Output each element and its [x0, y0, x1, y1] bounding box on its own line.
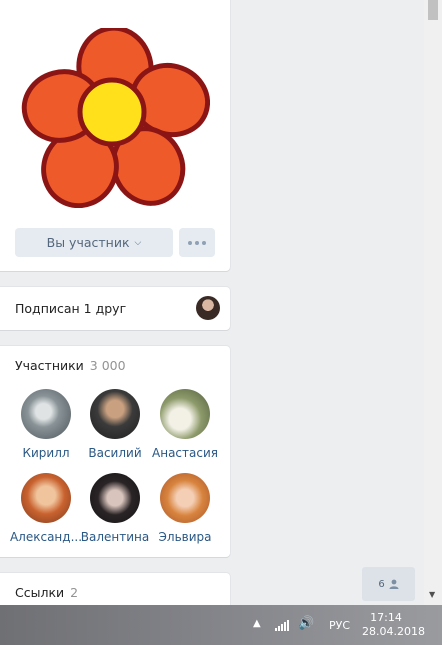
links-count: 2	[70, 585, 79, 600]
member-item[interactable]: Кирилл	[8, 389, 84, 460]
clock[interactable]: 17:14 28.04.2018	[362, 611, 425, 639]
group-avatar-card: Вы участник ⌵	[0, 0, 230, 271]
member-item[interactable]: Эльвира	[147, 473, 223, 544]
member-name[interactable]: Александ...	[8, 530, 84, 544]
clock-date: 28.04.2018	[362, 625, 425, 638]
members-header[interactable]: Участники 3 000	[15, 358, 126, 373]
chevron-down-icon: ⌵	[134, 237, 142, 248]
member-item[interactable]: Василий	[77, 389, 153, 460]
online-friends-button[interactable]: 6	[362, 567, 415, 601]
member-item[interactable]: Александ...	[8, 473, 84, 544]
member-item[interactable]: Валентина	[77, 473, 153, 544]
member-name[interactable]: Эльвира	[147, 530, 223, 544]
members-card: Участники 3 000 Кирилл Василий Анастасия …	[0, 346, 230, 557]
member-status-button[interactable]: Вы участник ⌵	[15, 228, 173, 257]
member-status-label: Вы участник	[46, 235, 130, 250]
friends-subscribed-label: Подписан 1 друг	[15, 301, 127, 316]
scrollbar[interactable]: ▼	[424, 0, 442, 605]
friend-avatar[interactable]	[196, 296, 220, 320]
windows-taskbar: ▲ 🔊 РУС 17:14 28.04.2018	[0, 605, 442, 645]
avatar[interactable]	[160, 389, 210, 439]
flower-logo[interactable]	[20, 25, 211, 209]
links-header[interactable]: Ссылки 2	[15, 585, 78, 600]
member-name[interactable]: Валентина	[77, 530, 153, 544]
member-name[interactable]: Василий	[77, 446, 153, 460]
more-actions-button[interactable]	[179, 228, 215, 257]
members-title: Участники	[15, 358, 84, 373]
more-dots-icon	[188, 240, 192, 245]
members-count: 3 000	[89, 358, 126, 373]
avatar[interactable]	[90, 389, 140, 439]
avatar[interactable]	[21, 389, 71, 439]
links-title: Ссылки	[15, 585, 65, 600]
avatar[interactable]	[160, 473, 210, 523]
clock-time: 17:14	[370, 611, 402, 624]
scrollbar-thumb[interactable]	[428, 0, 438, 20]
volume-icon[interactable]: 🔊	[298, 616, 314, 631]
member-name[interactable]: Кирилл	[8, 446, 84, 460]
person-icon	[389, 579, 399, 589]
scroll-down-arrow-icon[interactable]: ▼	[429, 590, 435, 599]
avatar[interactable]	[90, 473, 140, 523]
language-indicator[interactable]: РУС	[329, 619, 350, 632]
avatar[interactable]	[21, 473, 71, 523]
network-icon[interactable]	[275, 619, 289, 631]
friends-subscribed-card[interactable]: Подписан 1 друг	[0, 287, 230, 330]
tray-expand-icon[interactable]: ▲	[253, 618, 261, 629]
member-name[interactable]: Анастасия	[147, 446, 223, 460]
member-item[interactable]: Анастасия	[147, 389, 223, 460]
online-count: 6	[378, 578, 385, 590]
